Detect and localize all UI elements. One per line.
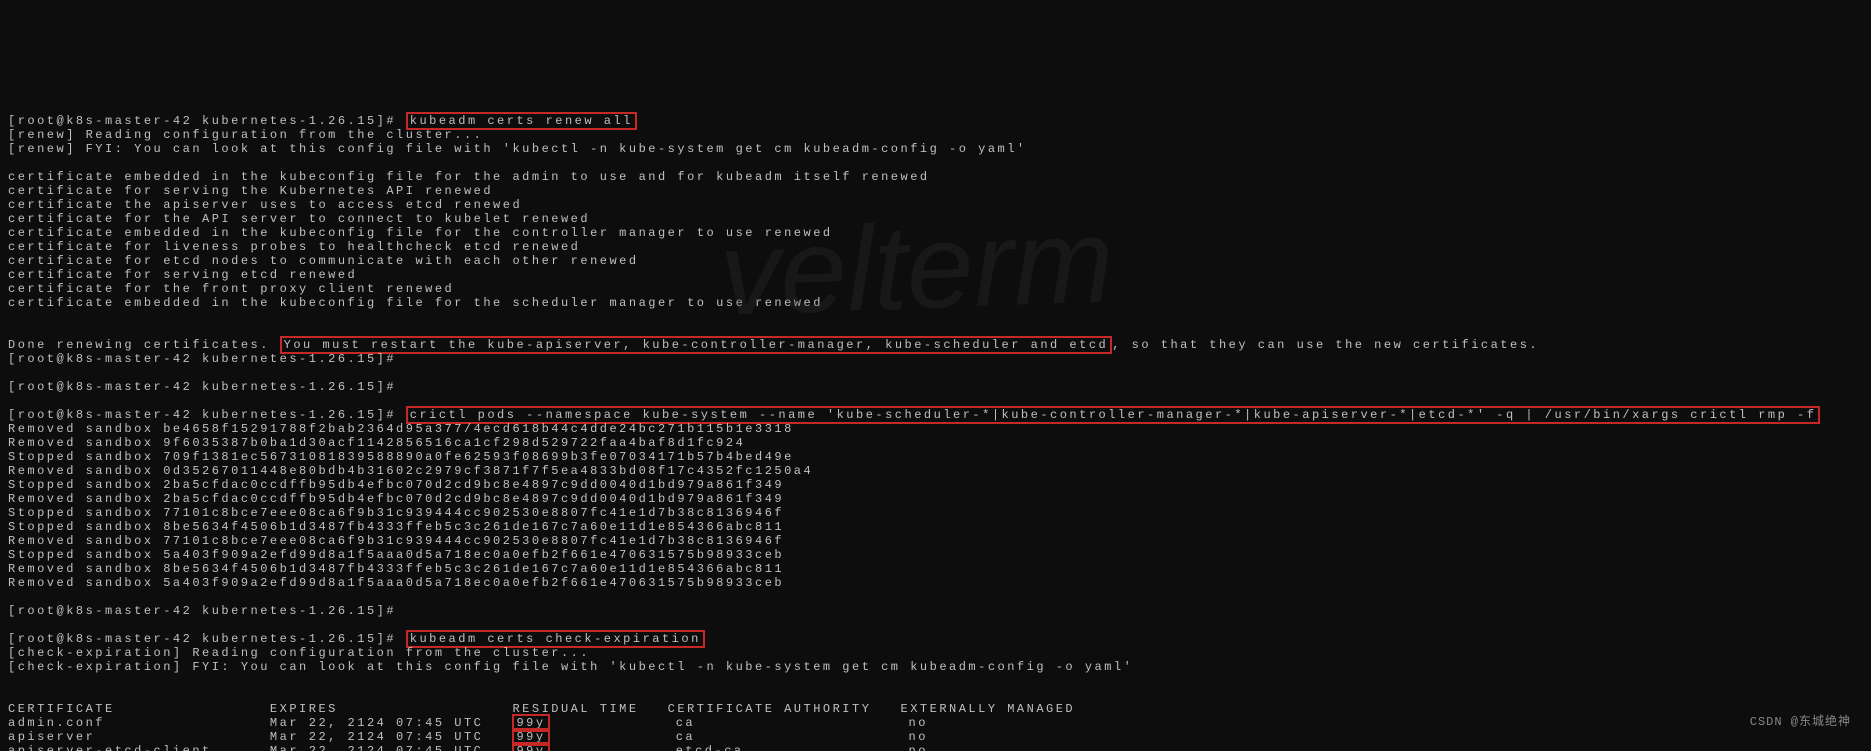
csdn-watermark: CSDN @东城绝神 <box>1750 715 1851 729</box>
output-line: certificate for etcd nodes to communicat… <box>8 254 1863 268</box>
removed-output: Removed sandbox be4658f15291788f2bab2364… <box>8 422 1863 590</box>
output-line <box>8 674 1863 688</box>
terminal-output[interactable]: [root@k8s-master-42 kubernetes-1.26.15]#… <box>0 98 1871 751</box>
output-line: certificate for the front proxy client r… <box>8 282 1863 296</box>
output-line: Removed sandbox 8be5634f4506b1d3487fb433… <box>8 562 1863 576</box>
shell-prompt: [root@k8s-master-42 kubernetes-1.26.15]# <box>8 632 406 646</box>
renew-output: [renew] Reading configuration from the c… <box>8 128 1863 324</box>
output-line: certificate for serving the Kubernetes A… <box>8 184 1863 198</box>
output-line: Removed sandbox 0d35267011448e80bdb4b316… <box>8 464 1863 478</box>
output-line: Stopped sandbox 2ba5cfdac0ccdffb95db4efb… <box>8 478 1863 492</box>
output-line: [check-expiration] Reading configuration… <box>8 646 1863 660</box>
output-line: certificate embedded in the kubeconfig f… <box>8 296 1863 310</box>
output-line: Removed sandbox 5a403f909a2efd99d8a1f5aa… <box>8 576 1863 590</box>
done-prefix: Done renewing certificates. <box>8 338 280 352</box>
output-line: certificate embedded in the kubeconfig f… <box>8 170 1863 184</box>
restart-warning: You must restart the kube-apiserver, kub… <box>280 336 1113 354</box>
output-line: [check-expiration] FYI: You can look at … <box>8 660 1863 674</box>
output-line: certificate for serving etcd renewed <box>8 268 1863 282</box>
output-line: Removed sandbox 2ba5cfdac0ccdffb95db4efb… <box>8 492 1863 506</box>
prompt-empty: [root@k8s-master-42 kubernetes-1.26.15]# <box>8 352 1863 366</box>
output-line: Removed sandbox be4658f15291788f2bab2364… <box>8 422 1863 436</box>
output-line: Stopped sandbox 77101c8bce7eee08ca6f9b31… <box>8 506 1863 520</box>
check-output: [check-expiration] Reading configuration… <box>8 646 1863 688</box>
table-row: admin.conf Mar 22, 2124 07:45 UTC 99y ca… <box>8 716 1863 730</box>
output-line: [renew] Reading configuration from the c… <box>8 128 1863 142</box>
cert-table: CERTIFICATE EXPIRES RESIDUAL TIME CERTIF… <box>8 702 1863 751</box>
prompt-empty: [root@k8s-master-42 kubernetes-1.26.15]# <box>8 380 1863 394</box>
table-row: apiserver-etcd-client Mar 22, 2124 07:45… <box>8 744 1863 751</box>
output-line: Stopped sandbox 8be5634f4506b1d3487fb433… <box>8 520 1863 534</box>
output-line: Stopped sandbox 5a403f909a2efd99d8a1f5aa… <box>8 548 1863 562</box>
output-line <box>8 156 1863 170</box>
output-line: Removed sandbox 9f6035387b0ba1d30acf1142… <box>8 436 1863 450</box>
output-line: Removed sandbox 77101c8bce7eee08ca6f9b31… <box>8 534 1863 548</box>
output-line: certificate for the API server to connec… <box>8 212 1863 226</box>
output-line: certificate embedded in the kubeconfig f… <box>8 226 1863 240</box>
output-line: certificate for liveness probes to healt… <box>8 240 1863 254</box>
output-line: [renew] FYI: You can look at this config… <box>8 142 1863 156</box>
output-line <box>8 310 1863 324</box>
table-header: CERTIFICATE EXPIRES RESIDUAL TIME CERTIF… <box>8 702 1863 716</box>
residual-time-highlight: 99y <box>512 742 549 751</box>
shell-prompt: [root@k8s-master-42 kubernetes-1.26.15]# <box>8 408 406 422</box>
output-line: certificate the apiserver uses to access… <box>8 198 1863 212</box>
shell-prompt: [root@k8s-master-42 kubernetes-1.26.15]# <box>8 114 406 128</box>
table-row: apiserver Mar 22, 2124 07:45 UTC 99y ca … <box>8 730 1863 744</box>
prompt-empty: [root@k8s-master-42 kubernetes-1.26.15]# <box>8 604 1863 618</box>
done-suffix: , so that they can use the new certifica… <box>1112 338 1539 352</box>
output-line: Stopped sandbox 709f1381ec56731081839588… <box>8 450 1863 464</box>
